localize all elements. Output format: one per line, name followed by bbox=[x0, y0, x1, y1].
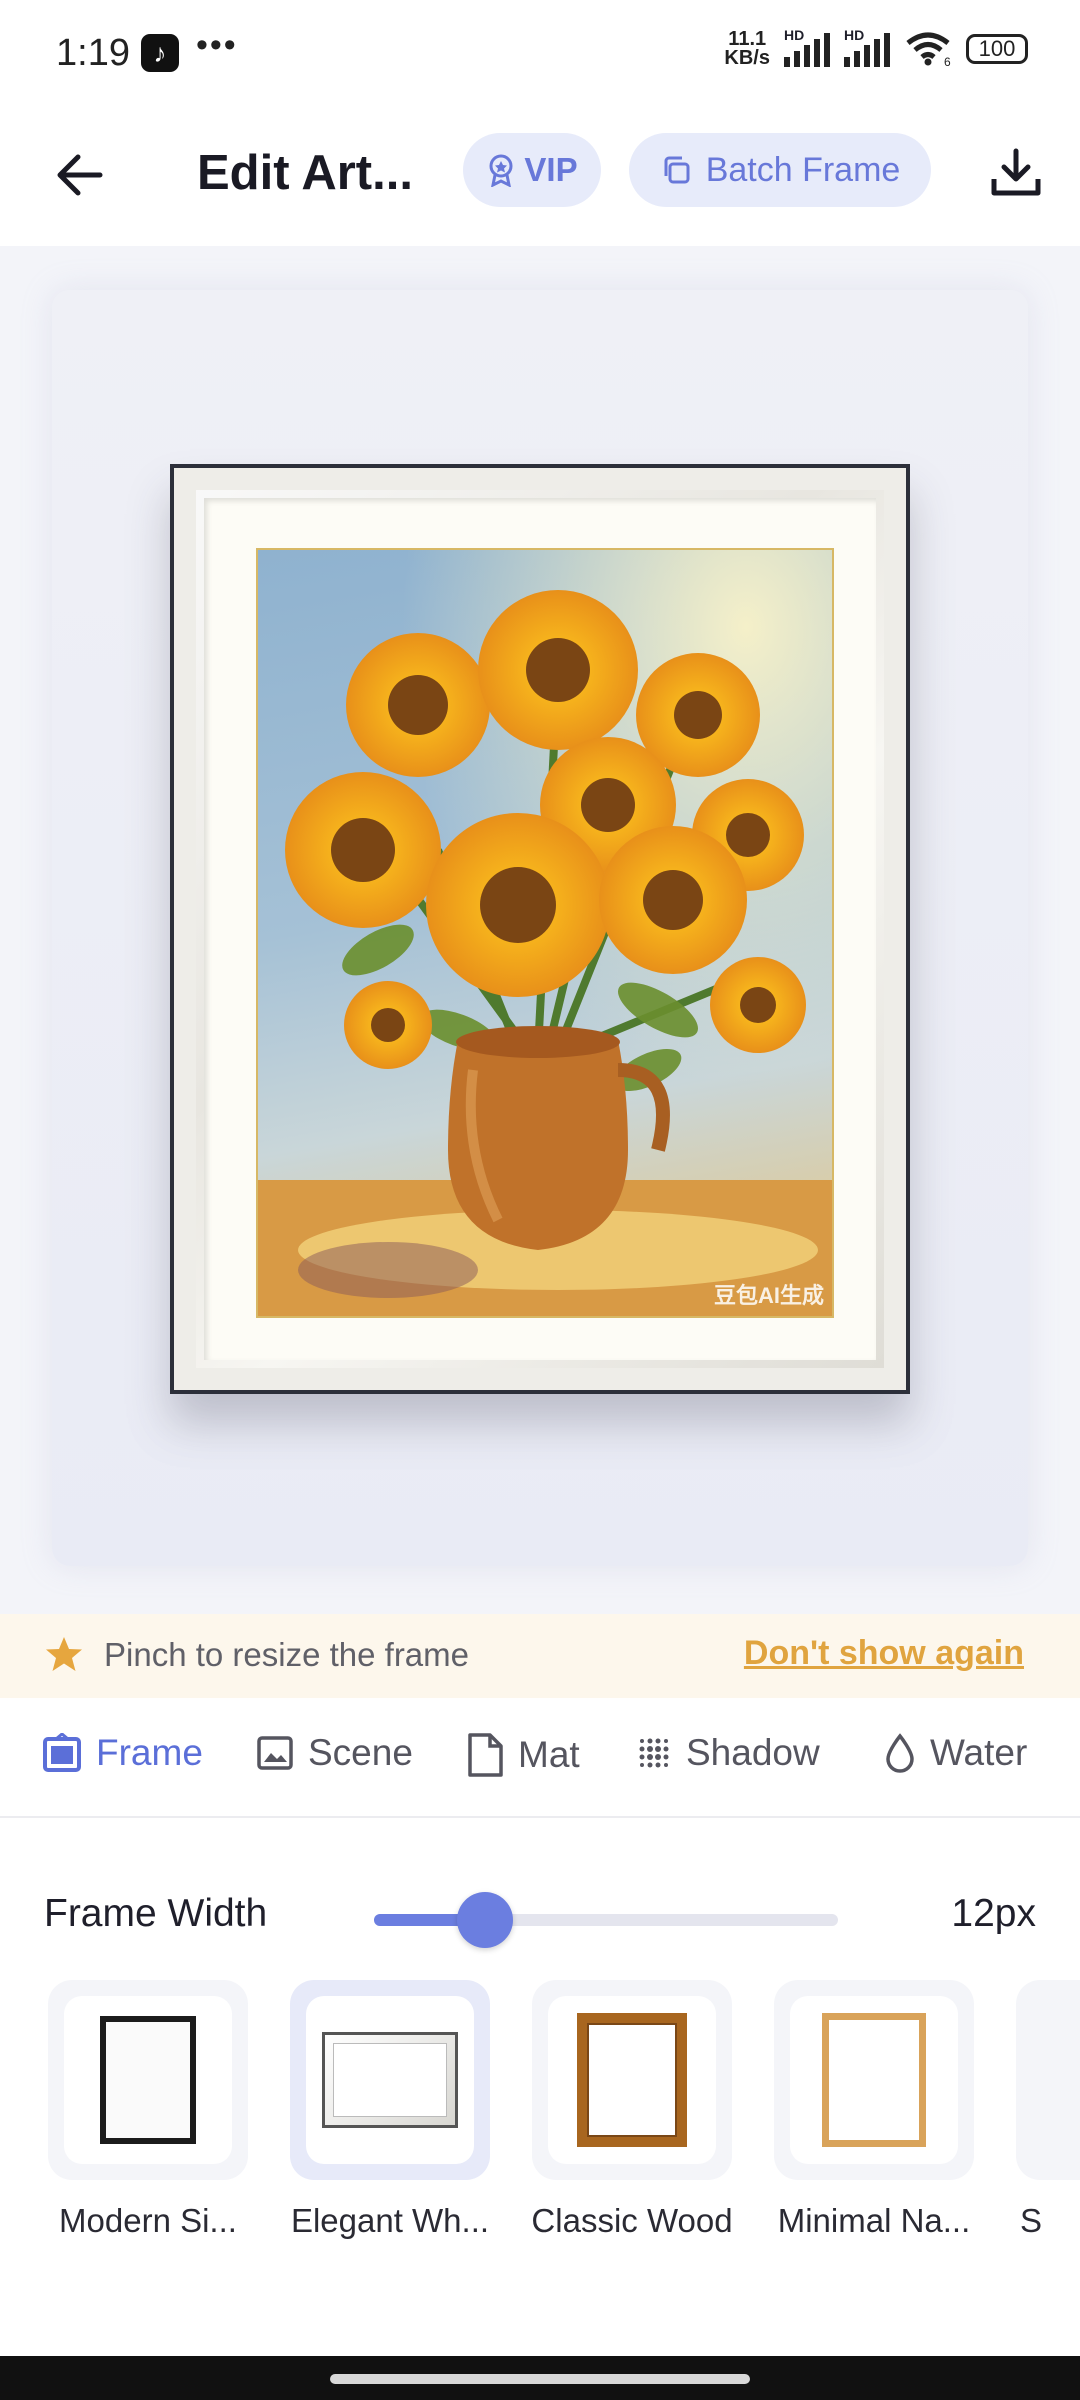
ai-watermark: 豆包AI生成 bbox=[713, 1283, 824, 1308]
frame-style-elegant-white[interactable]: Elegant Wh... bbox=[290, 1980, 490, 2240]
black-frame-preview bbox=[100, 2016, 196, 2144]
copy-icon bbox=[664, 156, 690, 184]
frame-style-label: Classic Wood bbox=[531, 2202, 733, 2239]
batch-frame-label: Batch Frame bbox=[705, 150, 901, 189]
frame-style-classic-wood[interactable]: Classic Wood bbox=[531, 1980, 733, 2240]
download-icon[interactable] bbox=[988, 145, 1044, 201]
image-icon bbox=[257, 1736, 293, 1770]
frame-style-label: S bbox=[1020, 2202, 1043, 2239]
tab-mat[interactable]: Mat bbox=[466, 1732, 580, 1778]
frame-width-slider[interactable] bbox=[374, 1892, 838, 1948]
frame-style-list: Modern Si... Elegant Wh... Classic Wood … bbox=[0, 1980, 1080, 2260]
page-title: Edit Art... bbox=[197, 146, 413, 200]
tab-watermark-label: Water bbox=[930, 1732, 1028, 1773]
tab-watermark[interactable]: Water bbox=[884, 1732, 1027, 1774]
star-icon bbox=[46, 1637, 82, 1671]
status-time: 1:19 bbox=[56, 32, 130, 74]
frame-style-minimal-natural[interactable]: Minimal Na... bbox=[774, 1980, 974, 2240]
sunflower-painting: 豆包AI生成 bbox=[256, 548, 834, 1318]
frame-width-value: 12px bbox=[951, 1892, 1036, 1935]
tip-text: Pinch to resize the frame bbox=[104, 1636, 469, 1673]
frame-style-swatch bbox=[290, 1980, 490, 2180]
signal-icon: HD bbox=[784, 27, 830, 67]
resize-tip-banner: Pinch to resize the frame Don't show aga… bbox=[0, 1614, 1080, 1698]
frame-icon bbox=[43, 1733, 81, 1772]
frame-style-swatch bbox=[774, 1980, 974, 2180]
white-frame-preview bbox=[322, 2032, 458, 2128]
frame-style-swatch bbox=[532, 1980, 732, 2180]
frame-width-control: Frame Width 12px bbox=[0, 1880, 1080, 1960]
tab-shadow[interactable]: Shadow bbox=[636, 1732, 820, 1774]
app-header: Edit Art... VIP Batch Frame bbox=[0, 105, 1080, 245]
wifi-icon: 6 bbox=[906, 32, 951, 67]
medal-icon bbox=[489, 154, 513, 187]
tab-scene[interactable]: Scene bbox=[256, 1732, 413, 1774]
status-bar: 1:19 ♪ ••• 11.1 KB/s HD HD 6 100 bbox=[0, 0, 1080, 105]
vip-button[interactable]: VIP bbox=[463, 133, 601, 207]
dots-grid-icon bbox=[639, 1738, 669, 1768]
tab-frame-label: Frame bbox=[96, 1732, 203, 1773]
frame-style-label: Minimal Na... bbox=[777, 2202, 971, 2239]
home-gesture-pill[interactable] bbox=[330, 2374, 750, 2384]
frame-style-swatch bbox=[48, 1980, 248, 2180]
system-nav-bar bbox=[0, 2356, 1080, 2400]
framed-artwork[interactable]: 豆包AI生成 bbox=[170, 464, 910, 1394]
batch-frame-button[interactable]: Batch Frame bbox=[629, 133, 931, 207]
frame-style-label: Modern Si... bbox=[59, 2202, 237, 2239]
sunflower-painting-image bbox=[258, 550, 832, 1316]
frame-style-partial[interactable]: S bbox=[1016, 1980, 1080, 2240]
natural-frame-preview bbox=[822, 2013, 926, 2147]
network-speed: 11.1 KB/s bbox=[724, 28, 770, 69]
more-notifications-icon: ••• bbox=[196, 26, 238, 64]
back-arrow-icon[interactable] bbox=[50, 145, 110, 205]
wood-frame-preview bbox=[577, 2013, 687, 2147]
slider-thumb[interactable] bbox=[457, 1892, 514, 1948]
battery-icon: 100 bbox=[966, 34, 1028, 64]
droplet-icon bbox=[886, 1733, 914, 1773]
frame-style-modern[interactable]: Modern Si... bbox=[48, 1980, 248, 2240]
signal-icon: HD bbox=[844, 27, 890, 67]
vip-label: VIP bbox=[524, 151, 578, 188]
frame-style-label: Elegant Wh... bbox=[290, 2202, 490, 2239]
svg-text:6: 6 bbox=[944, 55, 951, 67]
frame-style-swatch bbox=[1016, 1980, 1080, 2180]
tab-scene-label: Scene bbox=[308, 1732, 413, 1773]
tab-mat-label: Mat bbox=[518, 1734, 580, 1775]
edit-tabs: Frame Scene Mat Shadow Water bbox=[0, 1698, 1080, 1818]
tiktok-notification-icon: ♪ bbox=[141, 34, 179, 72]
document-icon bbox=[468, 1733, 503, 1777]
tab-frame[interactable]: Frame bbox=[42, 1732, 203, 1774]
tab-shadow-label: Shadow bbox=[686, 1732, 820, 1773]
dont-show-again-link[interactable]: Don't show again bbox=[744, 1634, 1024, 1673]
frame-width-label: Frame Width bbox=[44, 1892, 268, 1935]
